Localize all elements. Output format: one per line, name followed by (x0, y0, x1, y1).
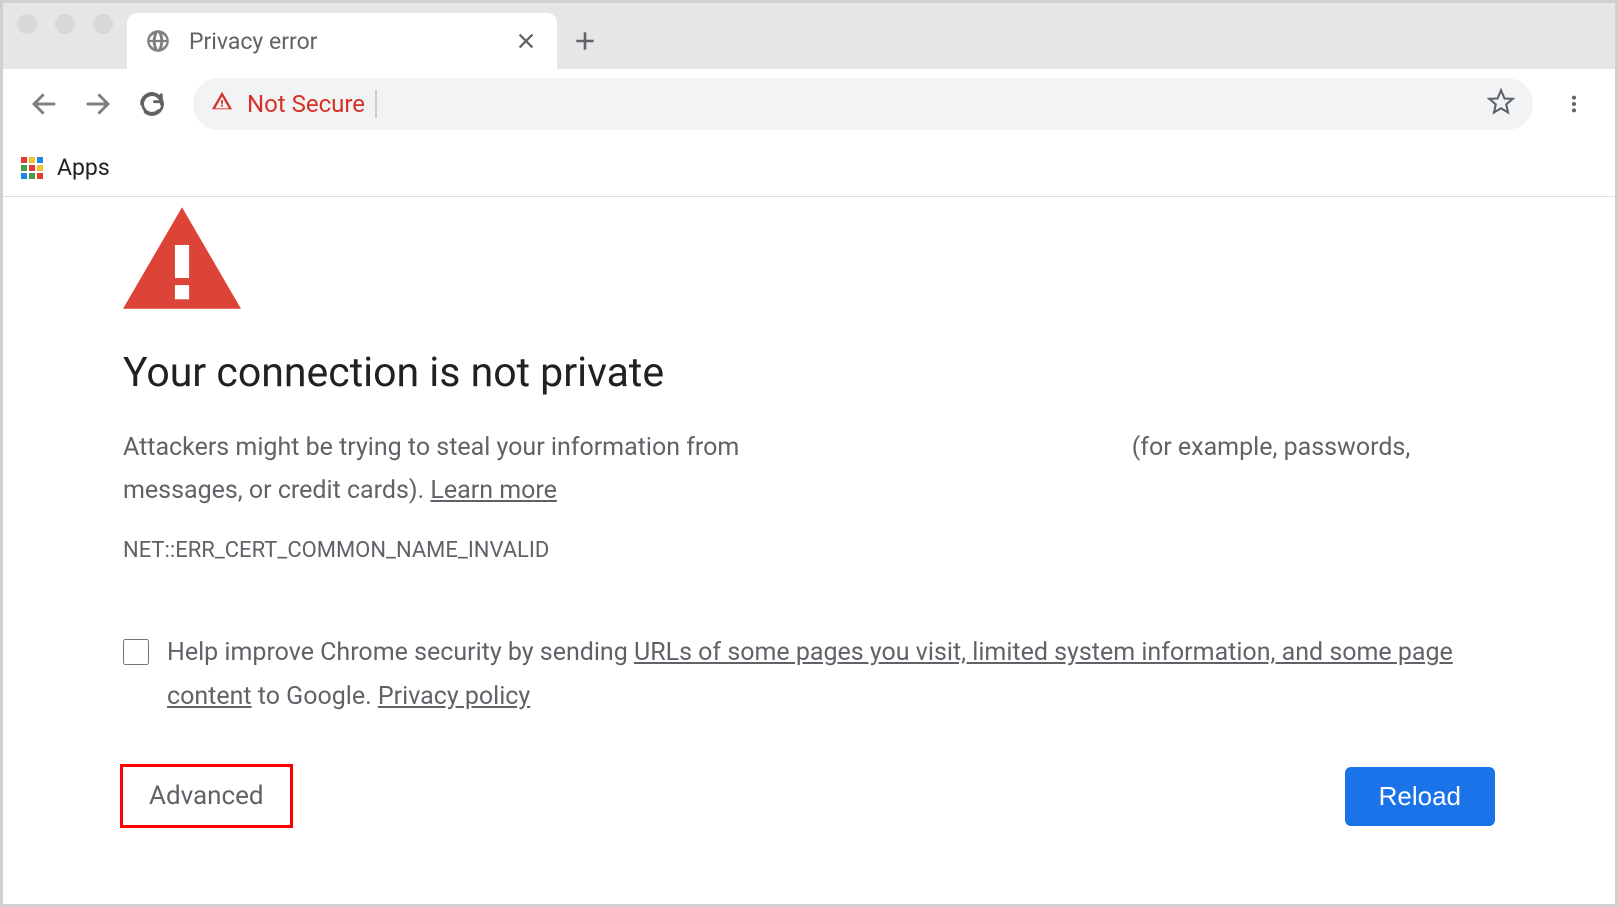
warning-small-icon (211, 90, 233, 118)
error-code: NET::ERR_CERT_COMMON_NAME_INVALID (123, 538, 1495, 563)
active-tab[interactable]: Privacy error (127, 13, 557, 69)
reload-button[interactable]: Reload (1345, 767, 1495, 826)
address-bar[interactable]: Not Secure (193, 78, 1533, 130)
learn-more-link[interactable]: Learn more (430, 476, 556, 505)
error-heading: Your connection is not private (123, 349, 1495, 397)
url-input[interactable] (375, 90, 1487, 118)
reload-toolbar-button[interactable] (129, 81, 175, 127)
apps-shortcut[interactable]: Apps (21, 154, 110, 181)
tab-strip: Privacy error (3, 3, 1615, 69)
warning-triangle-icon (123, 207, 241, 313)
security-indicator[interactable]: Not Secure (211, 90, 365, 118)
bookmark-star-icon[interactable] (1487, 88, 1515, 120)
button-row: Advanced Reload (123, 767, 1495, 826)
maximize-window-button[interactable] (93, 14, 113, 34)
minimize-window-button[interactable] (55, 14, 75, 34)
advanced-button[interactable]: Advanced (123, 767, 290, 825)
apps-label: Apps (57, 154, 110, 181)
window-controls (17, 3, 127, 69)
tab-title: Privacy error (189, 28, 515, 55)
opt-in-row: Help improve Chrome security by sending … (123, 631, 1495, 719)
interstitial-page: Your connection is not private Attackers… (3, 207, 1615, 826)
browser-toolbar: Not Secure (3, 69, 1615, 139)
opt-in-text: Help improve Chrome security by sending … (167, 631, 1495, 719)
bookmark-bar: Apps (3, 139, 1615, 197)
not-secure-label: Not Secure (247, 90, 365, 118)
error-body: Attackers might be trying to steal your … (123, 427, 1495, 512)
browser-menu-button[interactable] (1551, 81, 1597, 127)
back-button[interactable] (21, 81, 67, 127)
forward-button[interactable] (75, 81, 121, 127)
close-tab-button[interactable] (515, 30, 537, 52)
close-window-button[interactable] (17, 14, 37, 34)
globe-icon (145, 28, 171, 54)
privacy-policy-link[interactable]: Privacy policy (378, 682, 530, 711)
apps-grid-icon (21, 157, 43, 179)
opt-in-checkbox[interactable] (123, 639, 149, 665)
new-tab-button[interactable] (557, 13, 613, 69)
